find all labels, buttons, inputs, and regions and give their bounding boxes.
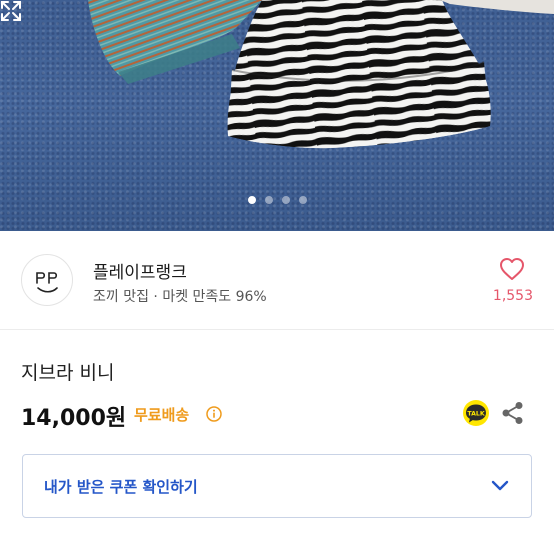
info-icon[interactable] (206, 406, 222, 422)
pagination-dot-active[interactable] (247, 196, 256, 204)
product-price: 14,000원 (21, 406, 127, 431)
talk-label: TALK (467, 411, 484, 418)
avatar[interactable] (21, 254, 73, 306)
pagination-dot[interactable] (281, 196, 290, 204)
seller-name[interactable]: 플레이프랭크 (93, 258, 187, 283)
gallery-pagination (0, 196, 554, 206)
like-count: 1,553 (492, 288, 533, 304)
product-image[interactable] (0, 0, 554, 231)
pagination-dot[interactable] (264, 196, 273, 204)
talk-chat-icon[interactable]: TALK (462, 400, 490, 426)
product-title: 지브라 비니 (21, 362, 115, 384)
chevron-down-icon (491, 480, 509, 491)
coupon-label: 내가 받은 쿠폰 확인하기 (44, 478, 198, 496)
coupon-button[interactable]: 내가 받은 쿠폰 확인하기 (22, 454, 532, 518)
share-icon[interactable] (501, 401, 524, 425)
seller-section (0, 231, 554, 330)
smiley-pp-logo (36, 272, 58, 293)
expand-icon[interactable] (0, 0, 22, 22)
seller-subtitle: 조끼 맛집 · 마켓 만족도 96% (93, 289, 267, 305)
pagination-dot[interactable] (298, 196, 307, 204)
heart-icon[interactable] (499, 257, 525, 281)
shipping-badge: 무료배송 (134, 406, 190, 424)
